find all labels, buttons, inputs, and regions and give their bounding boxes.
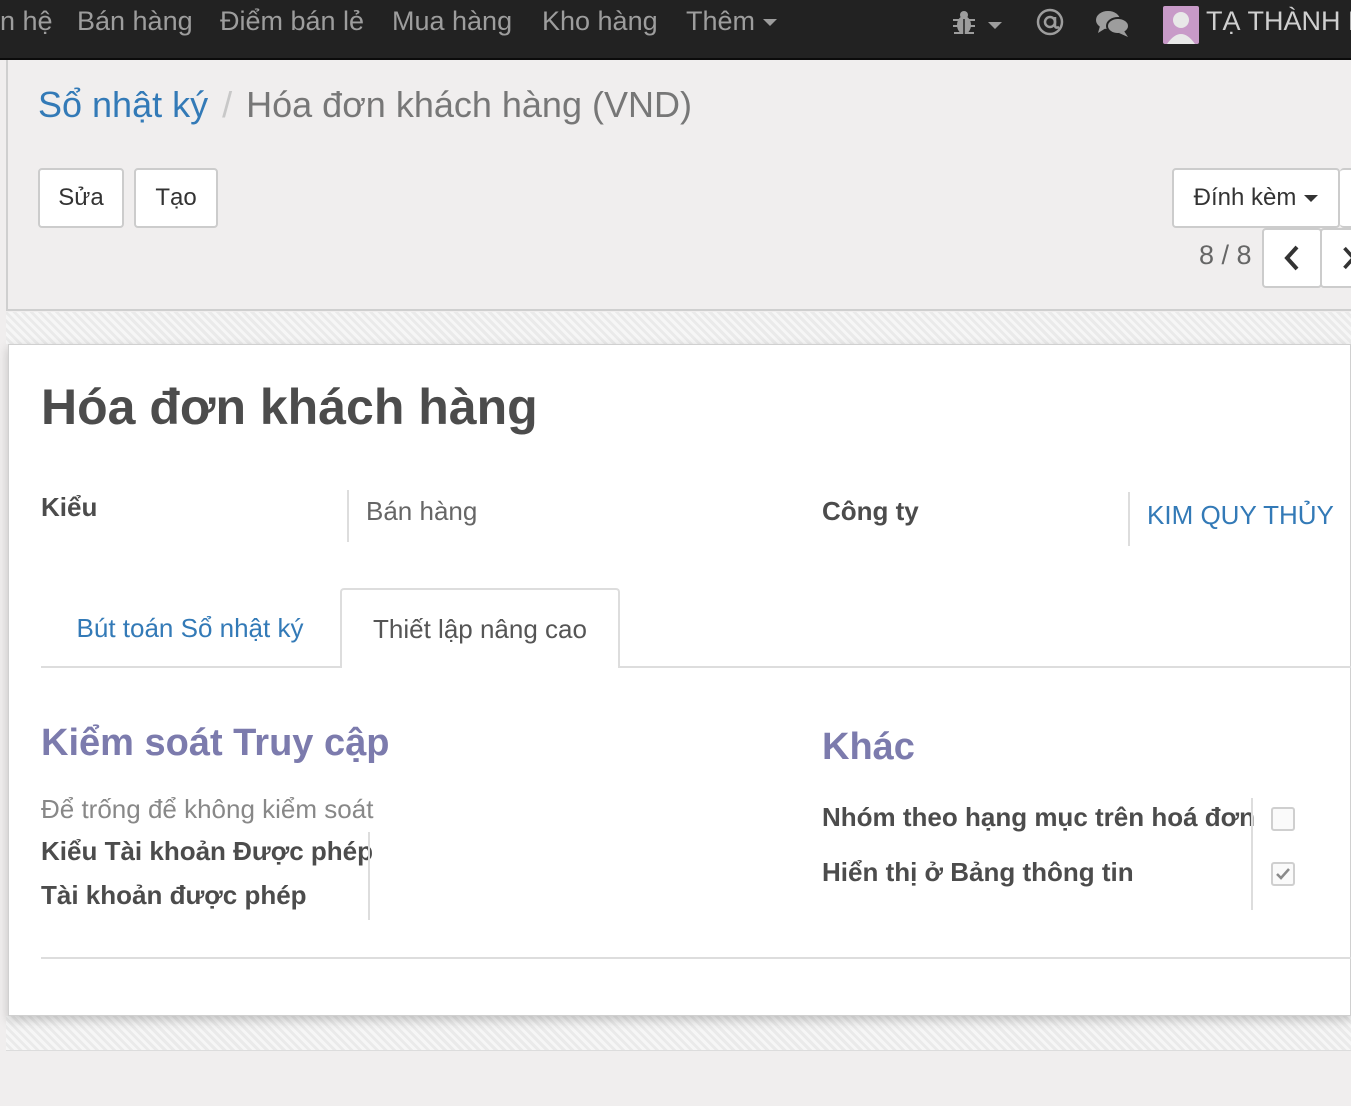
more-actions-button[interactable] (1340, 168, 1351, 228)
caret-down-icon (763, 19, 778, 27)
access-control-hint: Để trống để không kiểm soát (41, 794, 374, 824)
field-divider (368, 832, 370, 920)
attach-dropdown[interactable]: Đính kèm (1172, 168, 1340, 228)
menu-point-of-sale[interactable]: Điểm bán lẻ (220, 6, 364, 37)
pager-value[interactable]: 8 / 8 (1199, 240, 1252, 271)
field-divider (347, 490, 349, 542)
tab-journal-entries[interactable]: Bút toán Sổ nhật ký (41, 588, 339, 668)
menu-contacts[interactable]: n hệ (0, 6, 53, 37)
show-on-dashboard-label: Hiển thị ở Bảng thông tin (822, 857, 1134, 887)
company-link[interactable]: KIM QUY THỦY (1147, 500, 1334, 531)
tab-advanced-settings[interactable]: Thiết lập nâng cao (340, 588, 620, 668)
show-on-dashboard-checkbox[interactable] (1271, 862, 1295, 886)
other-title: Khác (822, 726, 915, 768)
edit-button[interactable]: Sửa (38, 168, 124, 228)
field-divider (1251, 798, 1253, 910)
type-value[interactable]: Bán hàng (366, 496, 477, 527)
menu-more-label: Thêm (686, 6, 756, 36)
access-control-title: Kiểm soát Truy cập (41, 722, 390, 764)
breadcrumb-current: Hóa đơn khách hàng (VND) (246, 84, 692, 125)
group-invoice-lines-checkbox[interactable] (1271, 807, 1295, 831)
menu-inventory[interactable]: Kho hàng (542, 6, 658, 37)
allowed-accounts-field[interactable] (380, 876, 800, 916)
create-button[interactable]: Tạo (134, 168, 218, 228)
attach-label: Đính kèm (1193, 184, 1297, 211)
allowed-accounts-label: Tài khoản được phép (41, 880, 307, 910)
chat-icon[interactable] (1095, 8, 1131, 45)
menu-more[interactable]: Thêm (686, 6, 778, 37)
company-label: Công ty (822, 496, 919, 526)
chevron-right-icon (1343, 246, 1351, 270)
field-divider (1128, 492, 1130, 546)
avatar[interactable] (1163, 6, 1199, 44)
footer-area (6, 1050, 1351, 1106)
allowed-account-types-label: Kiểu Tài khoản Được phép (41, 836, 374, 866)
checkmark-icon (1276, 868, 1290, 880)
chevron-left-icon (1284, 245, 1299, 271)
sheet-background-bottom (6, 1016, 1351, 1050)
group-invoice-lines-label: Nhóm theo hạng mục trên hoá đơn (822, 802, 1256, 832)
allowed-account-types-field[interactable] (380, 832, 800, 872)
record-title: Hóa đơn khách hàng (41, 379, 538, 435)
caret-down-icon (1304, 194, 1319, 202)
section-separator (41, 957, 1351, 959)
breadcrumb-separator: / (222, 84, 233, 125)
pager-previous-button[interactable] (1262, 228, 1322, 288)
menu-purchase[interactable]: Mua hàng (392, 6, 512, 37)
breadcrumb-parent[interactable]: Sổ nhật ký (38, 84, 208, 125)
at-icon[interactable] (1034, 6, 1066, 43)
breadcrumb: Sổ nhật ký / Hóa đơn khách hàng (VND) (38, 84, 692, 126)
type-label: Kiểu (41, 492, 98, 522)
pager-next-button[interactable] (1320, 228, 1351, 288)
sheet-background-top (6, 312, 1351, 344)
bug-icon[interactable] (950, 8, 1010, 45)
top-navbar: n hệ Bán hàng Điểm bán lẻ Mua hàng Kho h… (0, 0, 1351, 60)
menu-sales[interactable]: Bán hàng (77, 6, 193, 37)
user-name[interactable]: TẠ THÀNH N (1206, 6, 1351, 37)
